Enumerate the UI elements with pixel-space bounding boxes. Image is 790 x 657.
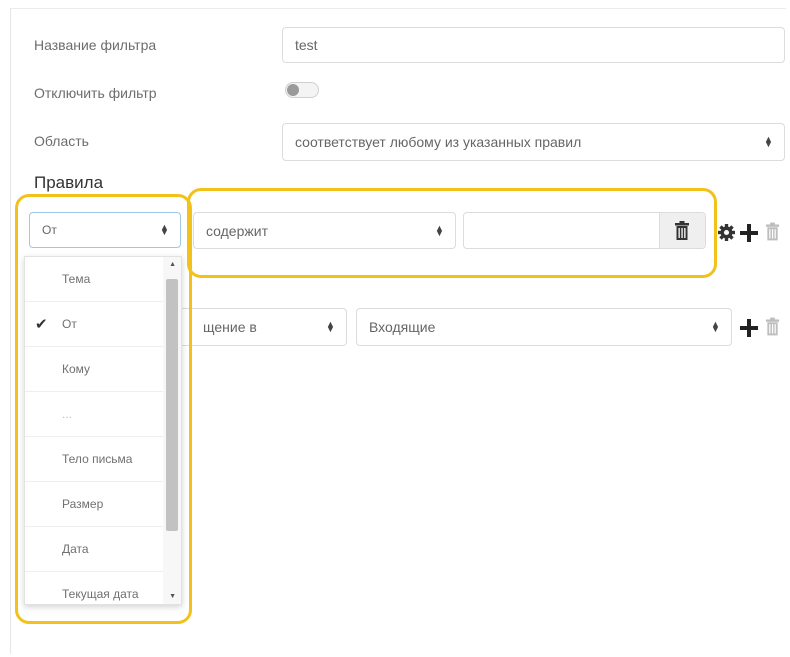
rule2-action-value: щение в: [203, 319, 257, 335]
rule2-folder-value: Входящие: [369, 319, 436, 335]
dropdown-option[interactable]: Тема: [25, 257, 163, 302]
sort-arrows-icon: ▲ ▼: [711, 319, 720, 334]
rules-heading: Правила: [34, 173, 104, 192]
plus-icon[interactable]: [740, 224, 758, 242]
disable-filter-label: Отключить фильтр: [34, 85, 157, 101]
rule1-operator-value: содержит: [206, 222, 268, 239]
disable-filter-toggle[interactable]: [285, 82, 319, 98]
trash-icon: [675, 221, 689, 240]
dropdown-option[interactable]: ...: [25, 392, 163, 437]
scope-label: Область: [34, 133, 89, 149]
scroll-down-arrow-icon[interactable]: ▼: [169, 593, 176, 600]
sort-arrows-icon: ▲ ▼: [435, 222, 444, 238]
trash-icon[interactable]: [765, 222, 780, 241]
rule1-value-input[interactable]: [463, 212, 706, 249]
dropdown-option[interactable]: Кому: [25, 347, 163, 392]
filter-name-label: Название фильтра: [34, 37, 157, 53]
rule2-action-select[interactable]: щение в ▲ ▼: [160, 308, 347, 346]
scope-value: соответствует любому из указанных правил: [295, 134, 582, 150]
dropdown-scrollbar[interactable]: ▲ ▼: [163, 257, 181, 604]
dropdown-option[interactable]: Текущая дата: [25, 572, 163, 604]
rule2-folder-select[interactable]: Входящие ▲ ▼: [356, 308, 732, 346]
dropdown-option-selected[interactable]: ✔ От: [25, 302, 163, 347]
dropdown-option[interactable]: Тело письма: [25, 437, 163, 482]
rule1-field-select[interactable]: От ▲ ▼: [29, 212, 181, 248]
filter-name-input[interactable]: test: [282, 27, 785, 63]
sort-arrows-icon: ▲ ▼: [764, 134, 773, 149]
plus-icon[interactable]: [740, 319, 758, 337]
rule1-field-value: От: [42, 223, 57, 237]
scrollbar-thumb[interactable]: [166, 279, 178, 531]
trash-icon[interactable]: [765, 317, 780, 336]
gear-icon[interactable]: [718, 224, 735, 241]
scope-select[interactable]: соответствует любому из указанных правил…: [282, 123, 785, 161]
toggle-knob: [287, 84, 299, 96]
sort-arrows-icon: ▲ ▼: [160, 222, 169, 237]
clear-value-button[interactable]: [659, 213, 705, 248]
scroll-up-arrow-icon[interactable]: ▲: [169, 261, 176, 268]
checkmark-icon: ✔: [35, 316, 48, 333]
field-dropdown-list[interactable]: Тема ✔ От Кому ... Тело письма Размер Да…: [24, 256, 182, 605]
filter-name-value: test: [295, 37, 318, 53]
dropdown-option[interactable]: Размер: [25, 482, 163, 527]
sort-arrows-icon: ▲ ▼: [326, 319, 335, 334]
dropdown-option[interactable]: Дата: [25, 527, 163, 572]
rule1-operator-select[interactable]: содержит ▲ ▼: [193, 212, 456, 249]
